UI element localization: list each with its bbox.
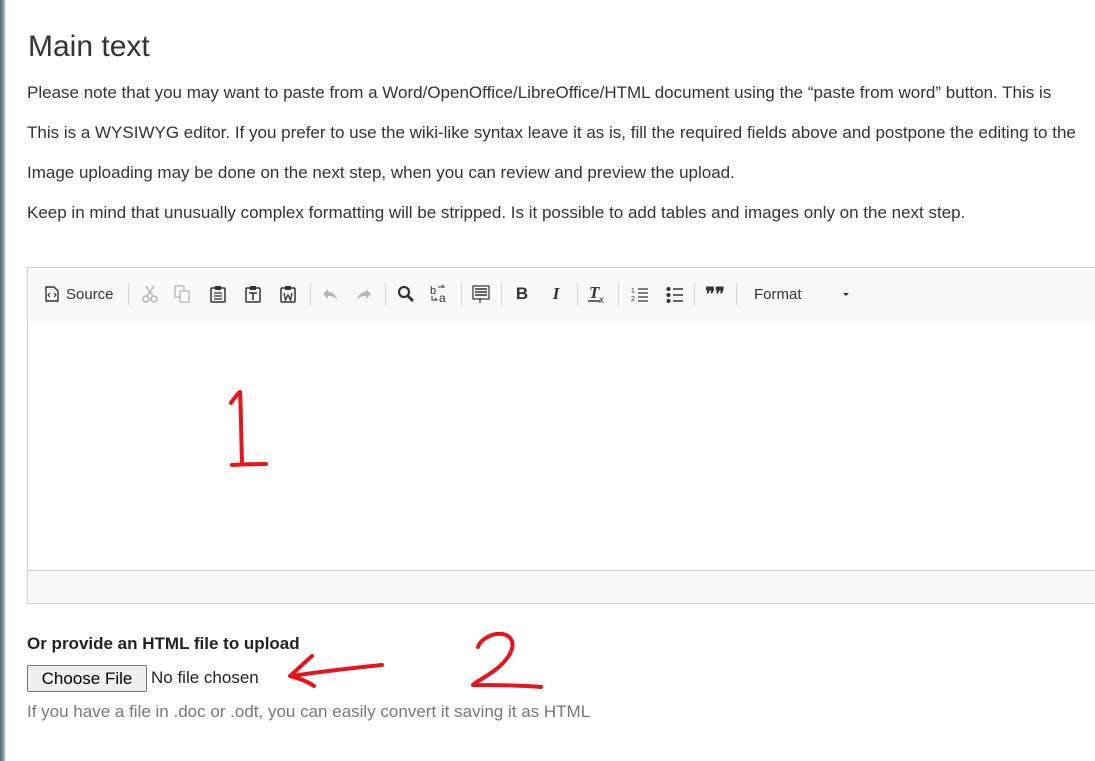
paste-text-icon xyxy=(245,285,261,303)
paste-button[interactable] xyxy=(206,282,230,306)
redo-icon xyxy=(355,287,373,301)
italic-button[interactable]: I xyxy=(545,282,567,306)
remove-format-button[interactable]: Tx xyxy=(586,282,610,306)
svg-text:b: b xyxy=(430,285,436,297)
select-all-button[interactable] xyxy=(469,282,493,306)
select-all-icon xyxy=(472,285,490,303)
replace-icon: ba xyxy=(429,284,451,304)
replace-button[interactable]: ba xyxy=(427,282,453,306)
svg-text:1: 1 xyxy=(631,288,635,295)
remove-format-icon: Tx xyxy=(588,284,608,304)
chevron-down-icon xyxy=(842,292,850,297)
cut-icon xyxy=(142,285,158,303)
instructions-paragraph-2: This is a WYSIWYG editor. If you prefer … xyxy=(27,123,1076,142)
toolbar-separator xyxy=(128,283,129,305)
window-edge xyxy=(0,0,6,761)
editor-status-bar xyxy=(28,570,1095,603)
annotation-mark-1 xyxy=(229,390,268,467)
source-button-label: Source xyxy=(66,285,114,303)
undo-button[interactable] xyxy=(318,282,342,306)
svg-text:x: x xyxy=(599,295,604,304)
toolbar-separator xyxy=(577,283,578,305)
cut-button[interactable] xyxy=(138,282,162,306)
annotation-arrow-and-mark-2 xyxy=(288,631,543,689)
svg-text:a: a xyxy=(439,291,446,304)
bold-icon: B xyxy=(515,284,529,303)
toolbar-separator xyxy=(618,283,619,305)
redo-button[interactable] xyxy=(352,282,376,306)
source-icon xyxy=(45,286,59,302)
italic-icon: I xyxy=(552,284,560,303)
paste-text-button[interactable] xyxy=(241,282,265,306)
numbered-list-button[interactable]: 12 xyxy=(628,282,652,306)
paste-icon xyxy=(210,285,226,303)
format-dropdown-label: Format xyxy=(754,285,802,303)
svg-text:2: 2 xyxy=(631,296,635,303)
blockquote-icon: ❞❞ xyxy=(705,283,725,304)
find-icon xyxy=(397,285,415,303)
file-status: No file chosen xyxy=(151,668,259,687)
copy-icon xyxy=(174,285,190,303)
paste-from-word-icon xyxy=(280,285,296,303)
instructions-paragraph-4: Keep in mind that unusually complex form… xyxy=(27,203,966,222)
toolbar-separator xyxy=(736,283,737,305)
editor-toolbar: Source ba B I T x 1 2 ❞❞ Format xyxy=(28,268,1095,322)
toolbar-separator xyxy=(501,283,502,305)
instructions-paragraph-1: Please note that you may want to paste f… xyxy=(27,83,1052,102)
toolbar-separator xyxy=(461,283,462,305)
editor-content-area[interactable] xyxy=(28,321,1095,571)
section-title: Main text xyxy=(28,30,150,63)
bulleted-list-icon xyxy=(666,285,684,303)
wysiwyg-editor: Source ba B I T x 1 2 ❞❞ Format xyxy=(27,267,1095,604)
paste-from-word-button[interactable] xyxy=(276,282,300,306)
choose-file-button[interactable]: Choose File xyxy=(27,665,147,692)
instructions-paragraph-3: Image uploading may be done on the next … xyxy=(27,163,735,182)
copy-button[interactable] xyxy=(170,282,194,306)
blockquote-button[interactable]: ❞❞ xyxy=(702,282,728,306)
bold-button[interactable]: B xyxy=(511,282,533,306)
toolbar-separator xyxy=(694,283,695,305)
bulleted-list-button[interactable] xyxy=(663,282,687,306)
upload-label: Or provide an HTML file to upload xyxy=(27,634,300,653)
source-button[interactable]: Source xyxy=(45,282,119,306)
format-dropdown[interactable]: Format xyxy=(744,282,856,306)
toolbar-separator xyxy=(385,283,386,305)
find-button[interactable] xyxy=(394,282,418,306)
toolbar-separator xyxy=(310,283,311,305)
upload-hint: If you have a file in .doc or .odt, you … xyxy=(27,702,591,721)
undo-icon xyxy=(321,287,339,301)
numbered-list-icon: 12 xyxy=(631,285,649,303)
